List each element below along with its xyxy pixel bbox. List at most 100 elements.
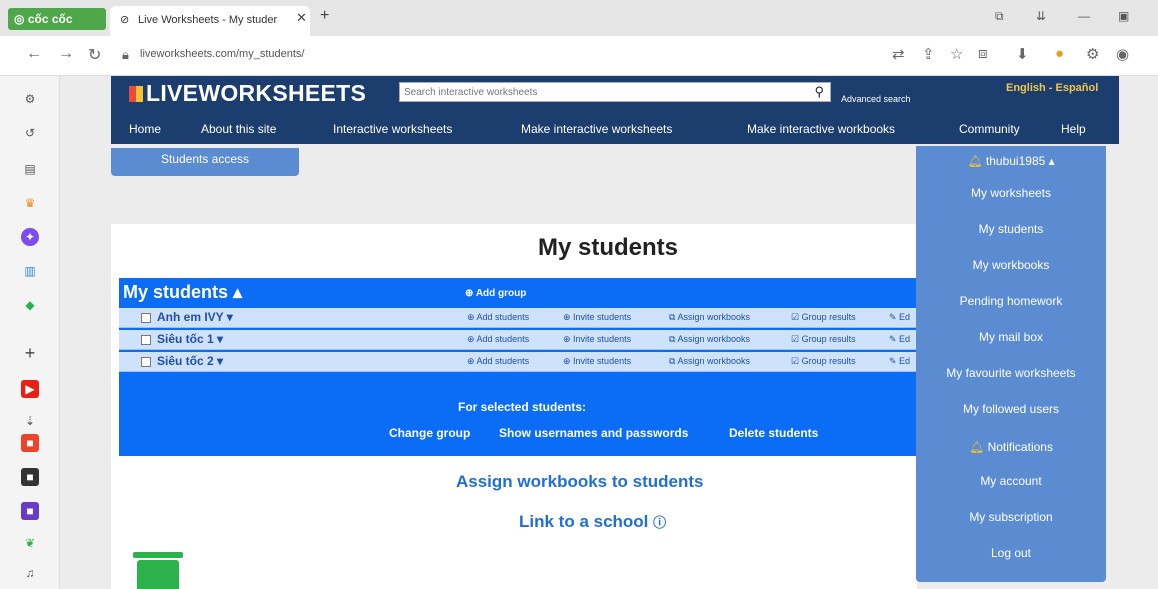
youtube-icon[interactable]: ▶ xyxy=(21,380,39,398)
action-label: Group results xyxy=(801,356,856,366)
download-arrow-icon[interactable]: ⇣ xyxy=(21,412,39,430)
chart-icon[interactable]: ▥ xyxy=(21,262,39,280)
delete-students-button[interactable]: Delete students xyxy=(729,426,818,440)
dropdown-followed-users[interactable]: My followed users xyxy=(916,402,1106,416)
search-icon[interactable]: ⚲ xyxy=(814,84,824,100)
action-label: Assign workbooks xyxy=(677,356,750,366)
dropdown-my-account[interactable]: My account xyxy=(916,474,1106,488)
wallet-icon[interactable]: ● xyxy=(1055,45,1064,62)
menu-about[interactable]: About this site xyxy=(201,122,276,136)
assign-workbooks-link[interactable]: ⧉ Assign workbooks xyxy=(669,334,750,345)
user-menu-toggle[interactable]: 🔔︎ thubui1985 ▴ xyxy=(916,154,1106,168)
menu-community[interactable]: Community xyxy=(959,122,1020,136)
bell-icon: 🔔︎ xyxy=(969,440,985,454)
url-field[interactable]: liveworksheets.com/my_students/ xyxy=(140,48,304,60)
group-results-link[interactable]: ☑ Group results xyxy=(791,312,856,323)
maximize-icon[interactable]: ▣ xyxy=(1118,9,1129,23)
app-purple-icon[interactable]: ■ xyxy=(21,502,39,520)
students-panel: My students ▴ ⊕ Add group Anh em IVY ▾ ⊕… xyxy=(119,278,925,456)
lock-icon[interactable]: 🔒︎ xyxy=(122,47,129,63)
messenger-icon[interactable]: ✦ xyxy=(21,228,39,246)
dropdown-pending-homework[interactable]: Pending homework xyxy=(916,294,1106,308)
group-results-link[interactable]: ☑ Group results xyxy=(791,334,856,345)
history-icon[interactable]: ↺ xyxy=(21,124,39,142)
menu-help[interactable]: Help xyxy=(1061,122,1086,136)
add-group-button[interactable]: ⊕ Add group xyxy=(465,288,526,299)
assign-workbooks-link[interactable]: Assign workbooks to students xyxy=(456,472,703,492)
site-logo[interactable]: LIVEWORKSHEETS xyxy=(129,80,366,107)
translate-icon[interactable]: ⇄ xyxy=(892,45,905,63)
invite-students-link[interactable]: ⊕ Invite students xyxy=(563,312,631,323)
notifications-label: Notifications xyxy=(987,440,1053,454)
dropdown-my-worksheets[interactable]: My worksheets xyxy=(916,186,1106,200)
new-tab-icon[interactable]: + xyxy=(320,7,329,25)
group-checkbox[interactable] xyxy=(141,335,151,345)
students-access-button[interactable]: Students access xyxy=(111,148,299,176)
edit-group-link[interactable]: ✎ Ed xyxy=(889,356,910,367)
star-icon[interactable]: ☆ xyxy=(950,45,963,63)
add-students-link[interactable]: ⊕ Add students xyxy=(467,312,529,323)
browser-brand[interactable]: ◎ cốc cốc xyxy=(8,8,106,30)
dropdown-mail-box[interactable]: My mail box xyxy=(916,330,1106,344)
assign-workbooks-link[interactable]: ⧉ Assign workbooks xyxy=(669,312,750,323)
app-red-icon[interactable]: ■ xyxy=(21,434,39,452)
language-switch[interactable]: English - Español xyxy=(1006,82,1098,94)
add-students-link[interactable]: ⊕ Add students xyxy=(467,356,529,367)
invite-students-link[interactable]: ⊕ Invite students xyxy=(563,334,631,345)
group-name[interactable]: Anh em IVY ▾ xyxy=(157,310,233,324)
add-icon[interactable]: + xyxy=(21,344,39,362)
settings-icon[interactable]: ⚙ xyxy=(21,90,39,108)
recycle-bin-icon[interactable] xyxy=(133,552,183,589)
edit-group-link[interactable]: ✎ Ed xyxy=(889,334,910,345)
tab-close-icon[interactable]: ✕ xyxy=(296,10,307,26)
dropdown-notifications[interactable]: 🔔︎ Notifications xyxy=(916,440,1106,454)
action-label: Add students xyxy=(476,312,530,322)
downloads-icon[interactable]: ⇊ xyxy=(1036,9,1046,23)
dropdown-log-out[interactable]: Log out xyxy=(916,546,1106,560)
download-icon[interactable]: ⬇ xyxy=(1016,45,1029,63)
pip-icon[interactable]: ⧉ xyxy=(995,9,1004,24)
crown-icon[interactable]: ♛ xyxy=(21,194,39,212)
forward-icon[interactable]: → xyxy=(58,45,74,63)
menu-home[interactable]: Home xyxy=(129,122,161,136)
group-checkbox[interactable] xyxy=(141,313,151,323)
search-input[interactable] xyxy=(400,83,830,101)
group-checkbox[interactable] xyxy=(141,357,151,367)
dropdown-my-subscription[interactable]: My subscription xyxy=(916,510,1106,524)
reload-icon[interactable]: ↻ xyxy=(88,45,101,65)
leaf-icon[interactable]: ❦ xyxy=(21,534,39,552)
group-results-link[interactable]: ☑ Group results xyxy=(791,356,856,367)
site-header: LIVEWORKSHEETS ⚲ Advanced search English… xyxy=(111,76,1119,144)
extension-icon[interactable]: ⧈ xyxy=(978,45,988,62)
game-icon[interactable]: ◆ xyxy=(21,296,39,314)
menu-interactive-worksheets[interactable]: Interactive worksheets xyxy=(333,122,452,136)
info-icon[interactable]: ⓘ xyxy=(653,515,666,530)
link-school-link[interactable]: Link to a school ⓘ xyxy=(519,512,666,532)
menu-make-worksheets[interactable]: Make interactive worksheets xyxy=(521,122,672,136)
active-tab[interactable]: ⊘ Live Worksheets - My studer xyxy=(110,6,310,36)
puzzle-icon[interactable]: ⚙ xyxy=(1086,45,1099,63)
dropdown-favourite-worksheets[interactable]: My favourite worksheets xyxy=(916,366,1106,380)
invite-students-link[interactable]: ⊕ Invite students xyxy=(563,356,631,367)
dropdown-my-students[interactable]: My students xyxy=(916,222,1106,236)
assign-workbooks-link[interactable]: ⧉ Assign workbooks xyxy=(669,356,750,367)
dropdown-my-workbooks[interactable]: My workbooks xyxy=(916,258,1106,272)
show-credentials-button[interactable]: Show usernames and passwords xyxy=(499,426,688,440)
share-icon[interactable]: ⇪ xyxy=(922,45,935,63)
group-name[interactable]: Siêu tốc 1 ▾ xyxy=(157,332,223,346)
profile-icon[interactable]: ◉ xyxy=(1116,45,1129,63)
minimize-icon[interactable]: — xyxy=(1078,9,1090,23)
menu-make-workbooks[interactable]: Make interactive workbooks xyxy=(747,122,895,136)
group-name[interactable]: Siêu tốc 2 ▾ xyxy=(157,354,223,368)
action-label: Assign workbooks xyxy=(677,334,750,344)
add-students-link[interactable]: ⊕ Add students xyxy=(467,334,529,345)
change-group-button[interactable]: Change group xyxy=(389,426,470,440)
link-school-label: Link to a school xyxy=(519,512,649,531)
app-dark-icon[interactable]: ■ xyxy=(21,468,39,486)
back-icon[interactable]: ← xyxy=(26,45,42,63)
my-students-toggle[interactable]: My students ▴ xyxy=(123,282,242,303)
notes-icon[interactable]: ▤ xyxy=(21,160,39,178)
advanced-search-link[interactable]: Advanced search xyxy=(841,94,911,104)
bell-icon[interactable]: ♫ xyxy=(21,564,39,582)
edit-group-link[interactable]: ✎ Ed xyxy=(889,312,910,323)
